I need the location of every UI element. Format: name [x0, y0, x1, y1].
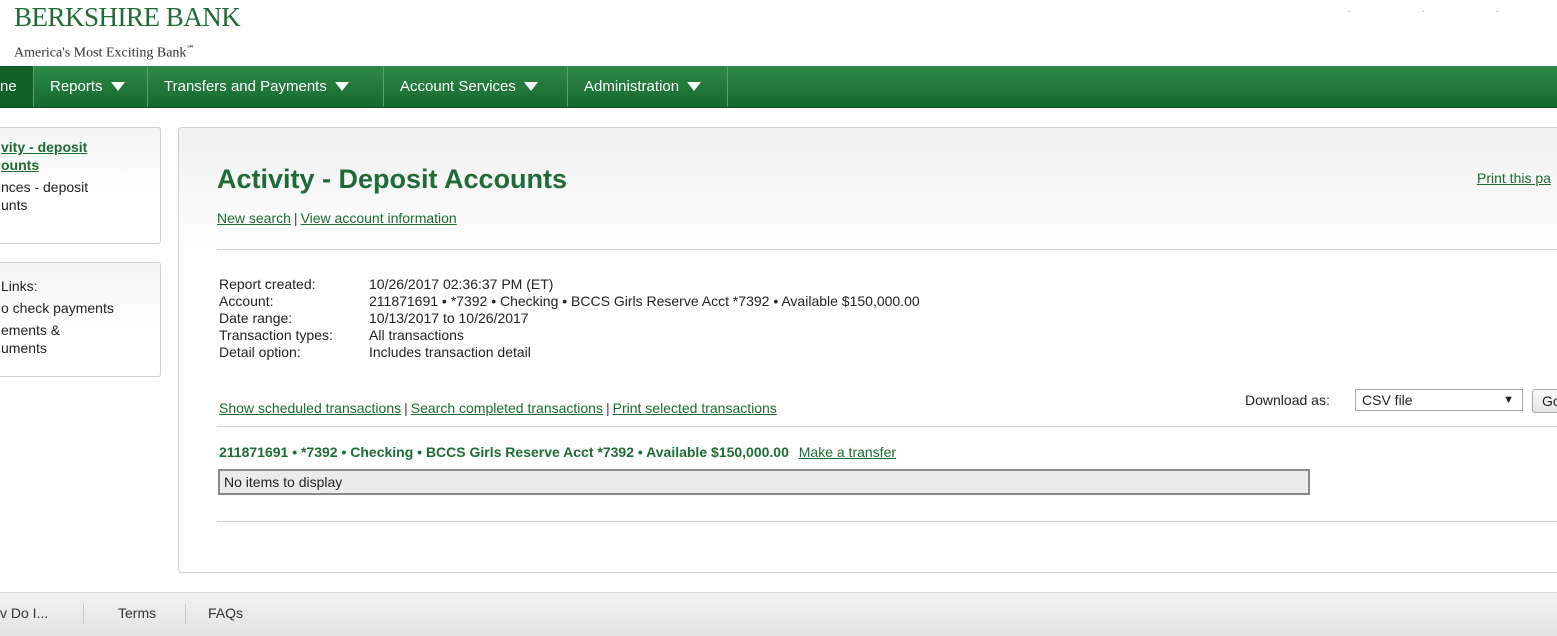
print-selected-link[interactable]: Print selected transactions — [613, 400, 777, 416]
report-info: Report created: 10/26/2017 02:36:37 PM (… — [219, 276, 920, 361]
sidebar-item-activity-line2: ounts — [1, 157, 40, 173]
sidebar-quick-links-panel: Links: o check payments ements & uments — [0, 262, 161, 377]
nav-administration-label: Administration — [584, 78, 680, 95]
download-format-select[interactable]: CSV file ▼ — [1355, 389, 1523, 411]
footer-faqs[interactable]: FAQs — [208, 605, 243, 621]
sub-links: New search | View account information — [217, 210, 457, 226]
divider — [217, 249, 1557, 250]
account-heading-text: 211871691 • *7392 • Checking • BCCS Girl… — [219, 444, 789, 460]
sidebar-reports-panel: vity - deposit ounts nces - deposit unts — [0, 127, 161, 244]
chevron-down-icon — [523, 81, 538, 91]
nav-administration[interactable]: Administration — [568, 66, 728, 107]
transaction-types-value: All transactions — [369, 327, 464, 343]
view-account-info-link[interactable]: View account information — [301, 210, 457, 226]
footer-divider — [83, 604, 84, 624]
make-transfer-link[interactable]: Make a transfer — [799, 444, 896, 460]
divider — [217, 521, 1557, 522]
sidebar-links-title: Links: — [1, 278, 38, 294]
separator: | — [404, 400, 408, 416]
account-heading: 211871691 • *7392 • Checking • BCCS Girl… — [219, 444, 896, 460]
nav-home-label: ne — [0, 78, 17, 95]
detail-option-row: Detail option: Includes transaction deta… — [219, 344, 920, 361]
search-completed-link[interactable]: Search completed transactions — [411, 400, 603, 416]
dropdown-arrow-icon: ▼ — [1503, 394, 1514, 406]
page-title: Activity - Deposit Accounts — [217, 164, 568, 194]
chevron-down-icon — [687, 81, 702, 91]
nav-home[interactable]: ne — [0, 66, 34, 107]
print-page-link[interactable]: Print this pa — [1477, 170, 1551, 186]
sidebar-item-balances-line1: nces - deposit — [1, 179, 89, 195]
tagline-text: America's Most Exciting Bank — [14, 45, 187, 61]
separator: | — [605, 400, 610, 416]
sidebar-item-statements[interactable]: ements & uments — [0, 321, 152, 357]
sidebar-item-balances-line2: unts — [1, 197, 28, 213]
new-search-link[interactable]: New search — [217, 210, 291, 226]
bank-logo[interactable]: BERKSHIRE BANK — [14, 0, 241, 34]
go-button[interactable]: Go — [1532, 389, 1557, 413]
top-dots: · · · — [1347, 6, 1533, 17]
report-created-label: Report created: — [219, 276, 316, 292]
separator: | — [293, 210, 298, 226]
nav-account-services-label: Account Services — [400, 78, 516, 95]
sidebar-item-statements-line2: uments — [1, 340, 47, 356]
download-format-value: CSV file — [1362, 392, 1413, 408]
date-range-label: Date range: — [219, 310, 293, 326]
detail-option-label: Detail option: — [219, 344, 301, 360]
footer-divider — [185, 604, 186, 624]
footer: v Do I... Terms FAQs — [0, 592, 1557, 636]
transaction-types-row: Transaction types: All transactions — [219, 327, 920, 344]
sidebar-item-statements-line1: ements & — [1, 322, 61, 338]
sidebar-item-check-payments[interactable]: o check payments — [0, 299, 152, 317]
chevron-down-icon — [334, 81, 349, 91]
account-label: Account: — [219, 293, 274, 309]
show-scheduled-link[interactable]: Show scheduled transactions — [219, 400, 401, 416]
sidebar-item-balances[interactable]: nces - deposit unts — [0, 178, 152, 214]
nav-transfers-payments[interactable]: Transfers and Payments — [148, 66, 384, 107]
transaction-types-label: Transaction types: — [219, 327, 333, 343]
footer-terms[interactable]: Terms — [118, 605, 156, 621]
nav-transfers-label: Transfers and Payments — [164, 78, 327, 95]
main-panel: Activity - Deposit Accounts Print this p… — [178, 127, 1557, 573]
tagline-mark: ℠ — [186, 44, 195, 53]
transaction-actions: Show scheduled transactions | Search compl… — [219, 400, 777, 416]
detail-option-value: Includes transaction detail — [369, 344, 531, 360]
report-created-value: 10/26/2017 02:36:37 PM (ET) — [369, 276, 554, 292]
report-created-row: Report created: 10/26/2017 02:36:37 PM (… — [219, 276, 920, 293]
footer-how-do-i[interactable]: v Do I... — [0, 605, 48, 621]
logo-text: BERKSHIRE BANK — [14, 2, 241, 32]
nav-reports-label: Reports — [50, 78, 103, 95]
date-range-row: Date range: 10/13/2017 to 10/26/2017 — [219, 310, 920, 327]
account-row: Account: 211871691 • *7392 • Checking • … — [219, 293, 920, 310]
sidebar-item-activity-line1: vity - deposit — [1, 139, 88, 155]
account-value: 211871691 • *7392 • Checking • BCCS Girl… — [369, 293, 920, 309]
date-range-value: 10/13/2017 to 10/26/2017 — [369, 310, 529, 326]
divider — [217, 426, 1557, 427]
download-label: Download as: — [1245, 392, 1330, 408]
nav-account-services[interactable]: Account Services — [384, 66, 568, 107]
tagline: America's Most Exciting Bank℠ — [14, 44, 195, 62]
sidebar-item-activity[interactable]: vity - deposit ounts — [0, 138, 152, 174]
nav-reports[interactable]: Reports — [34, 66, 148, 107]
transactions-table-empty: No items to display — [218, 469, 1310, 495]
main-nav: ne Reports Transfers and Payments Accoun… — [0, 66, 1557, 108]
chevron-down-icon — [110, 81, 125, 91]
